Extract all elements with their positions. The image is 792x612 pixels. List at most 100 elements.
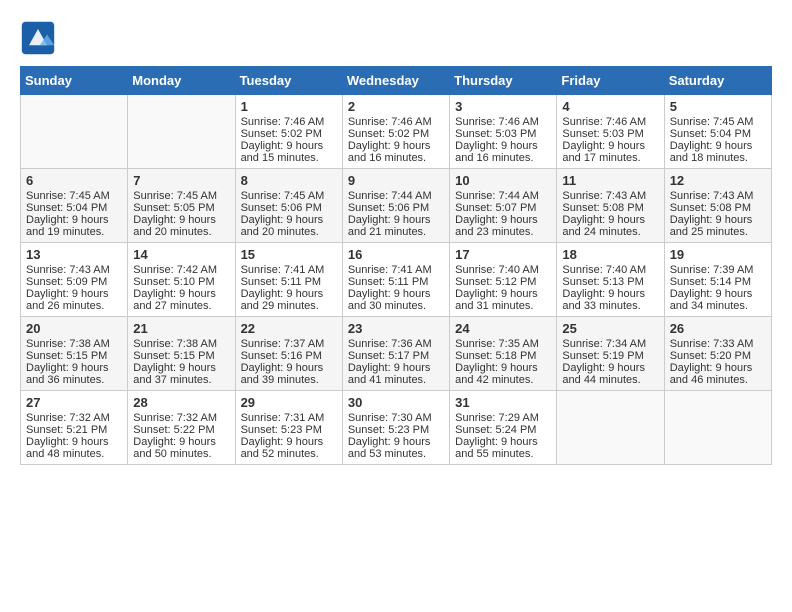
sunrise-text: Sunrise: 7:33 AM <box>670 338 754 350</box>
daylight-text: Daylight: 9 hours and 15 minutes. <box>241 140 324 164</box>
day-number: 12 <box>670 173 766 188</box>
day-number: 30 <box>348 395 444 410</box>
calendar-cell: 30Sunrise: 7:30 AMSunset: 5:23 PMDayligh… <box>342 391 449 465</box>
sunrise-text: Sunrise: 7:43 AM <box>26 264 110 276</box>
sunrise-text: Sunrise: 7:41 AM <box>241 264 325 276</box>
calendar-cell: 10 Sunrise: 7:44 AMSunset: 5:07 PMDayligh… <box>450 169 557 243</box>
day-number: 25 <box>562 321 658 336</box>
calendar-week-row: 13Sunrise: 7:43 AMSunset: 5:09 PMDayligh… <box>21 243 772 317</box>
day-number: 9 <box>348 173 444 188</box>
sunrise-text: Sunrise: 7:31 AM <box>241 412 325 424</box>
sunrise-text: Sunrise: 7:46 AM <box>241 116 325 128</box>
sunrise-text: Sunrise: 7:43 AM <box>670 190 754 202</box>
sunrise-text: Sunrise: 7:39 AM <box>670 264 754 276</box>
day-header-monday: Monday <box>128 67 235 95</box>
sunrise-text: Sunrise: 7:44 AM <box>455 190 539 202</box>
day-number: 31 <box>455 395 551 410</box>
day-number: 18 <box>562 247 658 262</box>
calendar-cell: 27Sunrise: 7:32 AMSunset: 5:21 PMDayligh… <box>21 391 128 465</box>
daylight-text: Daylight: 9 hours and 33 minutes. <box>562 288 645 312</box>
sunset-text: Sunset: 5:23 PM <box>348 424 429 436</box>
sunset-text: Sunset: 5:06 PM <box>348 202 429 214</box>
sunset-text: Sunset: 5:15 PM <box>26 350 107 362</box>
calendar-cell: 4Sunrise: 7:46 AMSunset: 5:03 PMDaylight… <box>557 95 664 169</box>
day-number: 13 <box>26 247 122 262</box>
calendar-cell: 26Sunrise: 7:33 AMSunset: 5:20 PMDayligh… <box>664 317 771 391</box>
sunset-text: Sunset: 5:15 PM <box>133 350 214 362</box>
day-number: 7 <box>133 173 229 188</box>
daylight-text: Daylight: 9 hours and 21 minutes. <box>348 214 431 238</box>
calendar-cell: 8Sunrise: 7:45 AMSunset: 5:06 PMDaylight… <box>235 169 342 243</box>
day-header-friday: Friday <box>557 67 664 95</box>
daylight-text: Daylight: 9 hours and 24 minutes. <box>562 214 645 238</box>
sunrise-text: Sunrise: 7:46 AM <box>562 116 646 128</box>
sunrise-text: Sunrise: 7:40 AM <box>562 264 646 276</box>
daylight-text: Daylight: 9 hours and 34 minutes. <box>670 288 753 312</box>
sunset-text: Sunset: 5:12 PM <box>455 276 536 288</box>
calendar-cell <box>557 391 664 465</box>
day-header-sunday: Sunday <box>21 67 128 95</box>
day-number: 19 <box>670 247 766 262</box>
sunrise-text: Sunrise: 7:32 AM <box>26 412 110 424</box>
calendar-week-row: 6Sunrise: 7:45 AMSunset: 5:04 PMDaylight… <box>21 169 772 243</box>
calendar-cell: 19 Sunrise: 7:39 AMSunset: 5:14 PMDayligh… <box>664 243 771 317</box>
day-number: 29 <box>241 395 337 410</box>
calendar-cell: 25Sunrise: 7:34 AMSunset: 5:19 PMDayligh… <box>557 317 664 391</box>
day-number: 10 <box>455 173 551 188</box>
calendar-cell: 13Sunrise: 7:43 AMSunset: 5:09 PMDayligh… <box>21 243 128 317</box>
daylight-text: Daylight: 9 hours and 16 minutes. <box>455 140 538 164</box>
day-number: 24 <box>455 321 551 336</box>
sunrise-text: Sunrise: 7:36 AM <box>348 338 432 350</box>
day-number: 16 <box>348 247 444 262</box>
daylight-text: Daylight: 9 hours and 46 minutes. <box>670 362 753 386</box>
calendar-cell: 17Sunrise: 7:40 AMSunset: 5:12 PMDayligh… <box>450 243 557 317</box>
daylight-text: Daylight: 9 hours and 55 minutes. <box>455 436 538 460</box>
sunrise-text: Sunrise: 7:40 AM <box>455 264 539 276</box>
calendar-cell: 24Sunrise: 7:35 AMSunset: 5:18 PMDayligh… <box>450 317 557 391</box>
sunset-text: Sunset: 5:14 PM <box>670 276 751 288</box>
calendar-cell: 22Sunrise: 7:37 AMSunset: 5:16 PMDayligh… <box>235 317 342 391</box>
daylight-text: Daylight: 9 hours and 18 minutes. <box>670 140 753 164</box>
daylight-text: Daylight: 9 hours and 16 minutes. <box>348 140 431 164</box>
sunrise-text: Sunrise: 7:45 AM <box>670 116 754 128</box>
logo-icon <box>20 20 56 56</box>
sunrise-text: Sunrise: 7:46 AM <box>348 116 432 128</box>
calendar-cell: 20Sunrise: 7:38 AMSunset: 5:15 PMDayligh… <box>21 317 128 391</box>
daylight-text: Daylight: 9 hours and 20 minutes. <box>241 214 324 238</box>
daylight-text: Daylight: 9 hours and 29 minutes. <box>241 288 324 312</box>
calendar-cell: 29 Sunrise: 7:31 AMSunset: 5:23 PMDayligh… <box>235 391 342 465</box>
day-number: 23 <box>348 321 444 336</box>
sunset-text: Sunset: 5:03 PM <box>562 128 643 140</box>
daylight-text: Daylight: 9 hours and 41 minutes. <box>348 362 431 386</box>
sunset-text: Sunset: 5:03 PM <box>455 128 536 140</box>
day-number: 4 <box>562 99 658 114</box>
calendar-cell: 31Sunrise: 7:29 AMSunset: 5:24 PMDayligh… <box>450 391 557 465</box>
day-number: 22 <box>241 321 337 336</box>
day-number: 28 <box>133 395 229 410</box>
calendar-cell: 14Sunrise: 7:42 AMSunset: 5:10 PMDayligh… <box>128 243 235 317</box>
day-number: 8 <box>241 173 337 188</box>
day-header-saturday: Saturday <box>664 67 771 95</box>
calendar-cell: 18Sunrise: 7:40 AMSunset: 5:13 PMDayligh… <box>557 243 664 317</box>
daylight-text: Daylight: 9 hours and 44 minutes. <box>562 362 645 386</box>
sunset-text: Sunset: 5:11 PM <box>348 276 429 288</box>
daylight-text: Daylight: 9 hours and 23 minutes. <box>455 214 538 238</box>
header <box>20 20 772 56</box>
sunset-text: Sunset: 5:23 PM <box>241 424 322 436</box>
daylight-text: Daylight: 9 hours and 37 minutes. <box>133 362 216 386</box>
sunrise-text: Sunrise: 7:45 AM <box>26 190 110 202</box>
sunrise-text: Sunrise: 7:38 AM <box>133 338 217 350</box>
sunset-text: Sunset: 5:04 PM <box>26 202 107 214</box>
daylight-text: Daylight: 9 hours and 52 minutes. <box>241 436 324 460</box>
day-number: 5 <box>670 99 766 114</box>
calendar-cell: 23Sunrise: 7:36 AMSunset: 5:17 PMDayligh… <box>342 317 449 391</box>
sunset-text: Sunset: 5:07 PM <box>455 202 536 214</box>
day-header-wednesday: Wednesday <box>342 67 449 95</box>
day-number: 26 <box>670 321 766 336</box>
calendar-week-row: 27Sunrise: 7:32 AMSunset: 5:21 PMDayligh… <box>21 391 772 465</box>
calendar-cell <box>664 391 771 465</box>
sunset-text: Sunset: 5:19 PM <box>562 350 643 362</box>
calendar-cell: 16Sunrise: 7:41 AMSunset: 5:11 PMDayligh… <box>342 243 449 317</box>
calendar-table: SundayMondayTuesdayWednesdayThursdayFrid… <box>20 66 772 465</box>
day-number: 11 <box>562 173 658 188</box>
